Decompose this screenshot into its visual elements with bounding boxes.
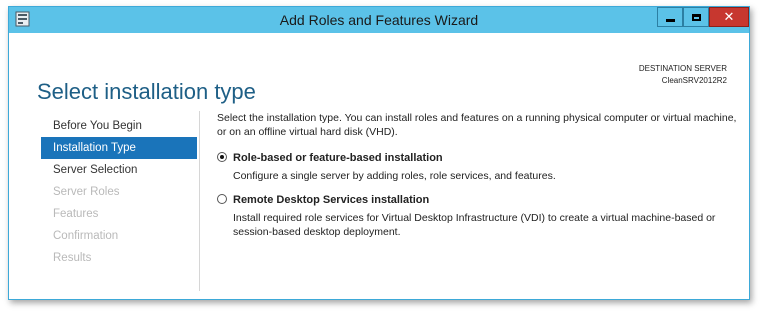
radio-role-based[interactable] [217, 152, 227, 162]
minimize-icon [665, 18, 675, 22]
maximize-icon [691, 13, 701, 21]
nav-item-server-selection[interactable]: Server Selection [41, 159, 197, 181]
wizard-nav: Before You Begin Installation Type Serve… [41, 115, 197, 269]
close-icon: ✕ [723, 9, 735, 25]
nav-divider [199, 111, 200, 291]
destination-server-info: DESTINATION SERVER CleanSRV2012R2 [639, 63, 727, 87]
nav-item-server-roles: Server Roles [53, 186, 120, 198]
window-title: Add Roles and Features Wizard [279, 12, 479, 28]
intro-text: Select the installation type. You can in… [217, 112, 737, 138]
option-role-based-desc: Configure a single server by adding role… [233, 170, 556, 182]
option-role-based-title[interactable]: Role-based or feature-based installation [233, 151, 737, 165]
nav-item-confirmation: Confirmation [53, 230, 119, 242]
main-content: Select the installation type. You can in… [217, 111, 737, 249]
nav-item-results: Results [53, 252, 92, 264]
option-role-based[interactable]: Role-based or feature-based installation… [217, 151, 737, 183]
destination-server-name: CleanSRV2012R2 [661, 76, 727, 85]
destination-label: DESTINATION SERVER [638, 64, 727, 73]
nav-item-features: Features [53, 208, 99, 220]
close-button[interactable]: ✕ [709, 7, 749, 27]
radio-remote-desktop[interactable] [217, 194, 227, 204]
option-remote-desktop[interactable]: Remote Desktop Services installation Ins… [217, 193, 737, 239]
minimize-button[interactable] [657, 7, 683, 27]
nav-item-before-you-begin[interactable]: Before You Begin [41, 115, 197, 137]
option-remote-desktop-desc: Install required role services for Virtu… [233, 212, 716, 238]
nav-item-installation-type[interactable]: Installation Type [41, 137, 197, 159]
maximize-button[interactable] [683, 7, 709, 27]
title-bar[interactable]: Add Roles and Features Wizard ✕ [9, 7, 749, 33]
option-remote-desktop-title[interactable]: Remote Desktop Services installation [233, 193, 737, 207]
page-title: Select installation type [37, 78, 256, 104]
wizard-window: Add Roles and Features Wizard ✕ Select i… [8, 6, 750, 300]
